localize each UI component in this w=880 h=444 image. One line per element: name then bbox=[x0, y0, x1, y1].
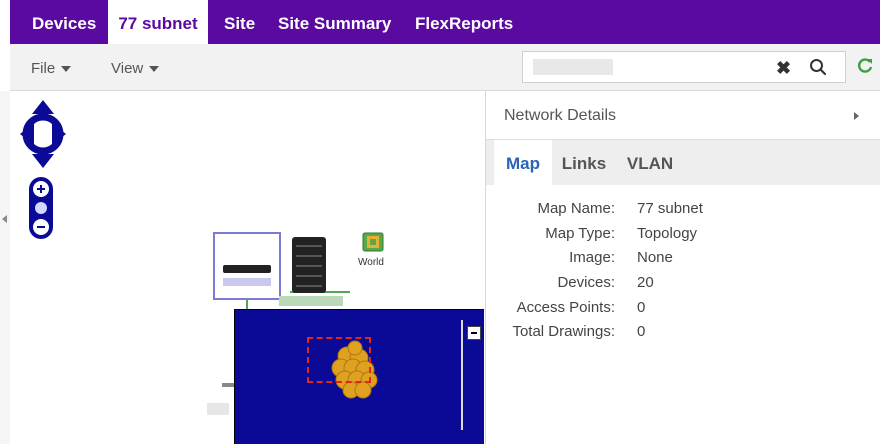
prop-label-map-type: Map Type: bbox=[545, 225, 615, 242]
minimize-icon[interactable] bbox=[467, 326, 481, 340]
prop-label-total-drawings: Total Drawings: bbox=[512, 323, 615, 340]
search-box: ✖ bbox=[522, 51, 846, 83]
zoom-control[interactable] bbox=[27, 177, 55, 244]
view-menu[interactable]: View bbox=[111, 60, 160, 77]
file-menu-label: File bbox=[31, 60, 56, 77]
overview-viewport-rect[interactable] bbox=[307, 337, 371, 383]
details-title: Network Details bbox=[504, 107, 617, 124]
prop-value-map-type: Topology bbox=[637, 225, 698, 242]
refresh-icon[interactable] bbox=[856, 57, 874, 80]
pan-control[interactable] bbox=[18, 98, 68, 175]
search-icon[interactable] bbox=[809, 58, 827, 81]
switch-icon bbox=[223, 265, 271, 273]
toolbar: File View ✖ bbox=[10, 44, 880, 91]
prop-value-map-name: 77 subnet bbox=[637, 200, 703, 217]
overview-divider bbox=[461, 320, 463, 430]
network-details-panel: Network Details Map Links VLAN Map Name:… bbox=[485, 91, 880, 444]
caret-down-icon bbox=[149, 66, 160, 73]
map-canvas[interactable]: World bbox=[10, 91, 484, 444]
device-label-redacted bbox=[223, 278, 271, 286]
tab-site-summary[interactable]: Site Summary bbox=[278, 0, 391, 44]
tab-links[interactable]: Links bbox=[558, 140, 610, 185]
prop-value-devices: 20 bbox=[637, 274, 654, 291]
map-overview-panel[interactable] bbox=[234, 309, 484, 444]
tab-site[interactable]: Site bbox=[224, 0, 255, 44]
view-menu-label: View bbox=[111, 60, 144, 77]
left-collapse-strip[interactable] bbox=[0, 91, 10, 444]
tab-devices[interactable]: Devices bbox=[32, 0, 96, 44]
chassis-device-icon[interactable] bbox=[292, 237, 326, 293]
prop-label-image: Image: bbox=[569, 249, 615, 266]
selected-device-node[interactable] bbox=[213, 232, 281, 300]
prop-label-devices: Devices: bbox=[557, 274, 615, 291]
file-menu[interactable]: File bbox=[31, 60, 72, 77]
device-label-redacted bbox=[207, 403, 229, 415]
prop-value-image: None bbox=[637, 249, 673, 266]
prop-value-total-drawings: 0 bbox=[637, 323, 646, 340]
tab-map[interactable]: Map bbox=[494, 140, 552, 185]
world-map-icon[interactable] bbox=[362, 232, 384, 252]
caret-down-icon bbox=[61, 66, 72, 73]
details-tabs: Map Links VLAN bbox=[486, 140, 880, 185]
search-input[interactable] bbox=[533, 59, 613, 75]
tab-flexreports[interactable]: FlexReports bbox=[415, 0, 513, 44]
device-stub bbox=[222, 383, 234, 387]
details-header: Network Details bbox=[486, 91, 880, 140]
prop-label-map-name: Map Name: bbox=[537, 200, 615, 217]
world-label: World bbox=[358, 257, 384, 268]
chevron-right-icon[interactable] bbox=[854, 112, 859, 120]
close-icon[interactable]: ✖ bbox=[776, 58, 791, 79]
tab-77-subnet[interactable]: 77 subnet bbox=[108, 0, 208, 44]
prop-label-access-points: Access Points: bbox=[516, 299, 615, 316]
device-label-redacted bbox=[279, 296, 343, 306]
chevron-left-icon[interactable] bbox=[2, 215, 7, 223]
tab-vlan[interactable]: VLAN bbox=[622, 140, 678, 185]
prop-value-access-points: 0 bbox=[637, 299, 646, 316]
top-tab-bar: Devices 77 subnet Site Site Summary Flex… bbox=[10, 0, 880, 44]
